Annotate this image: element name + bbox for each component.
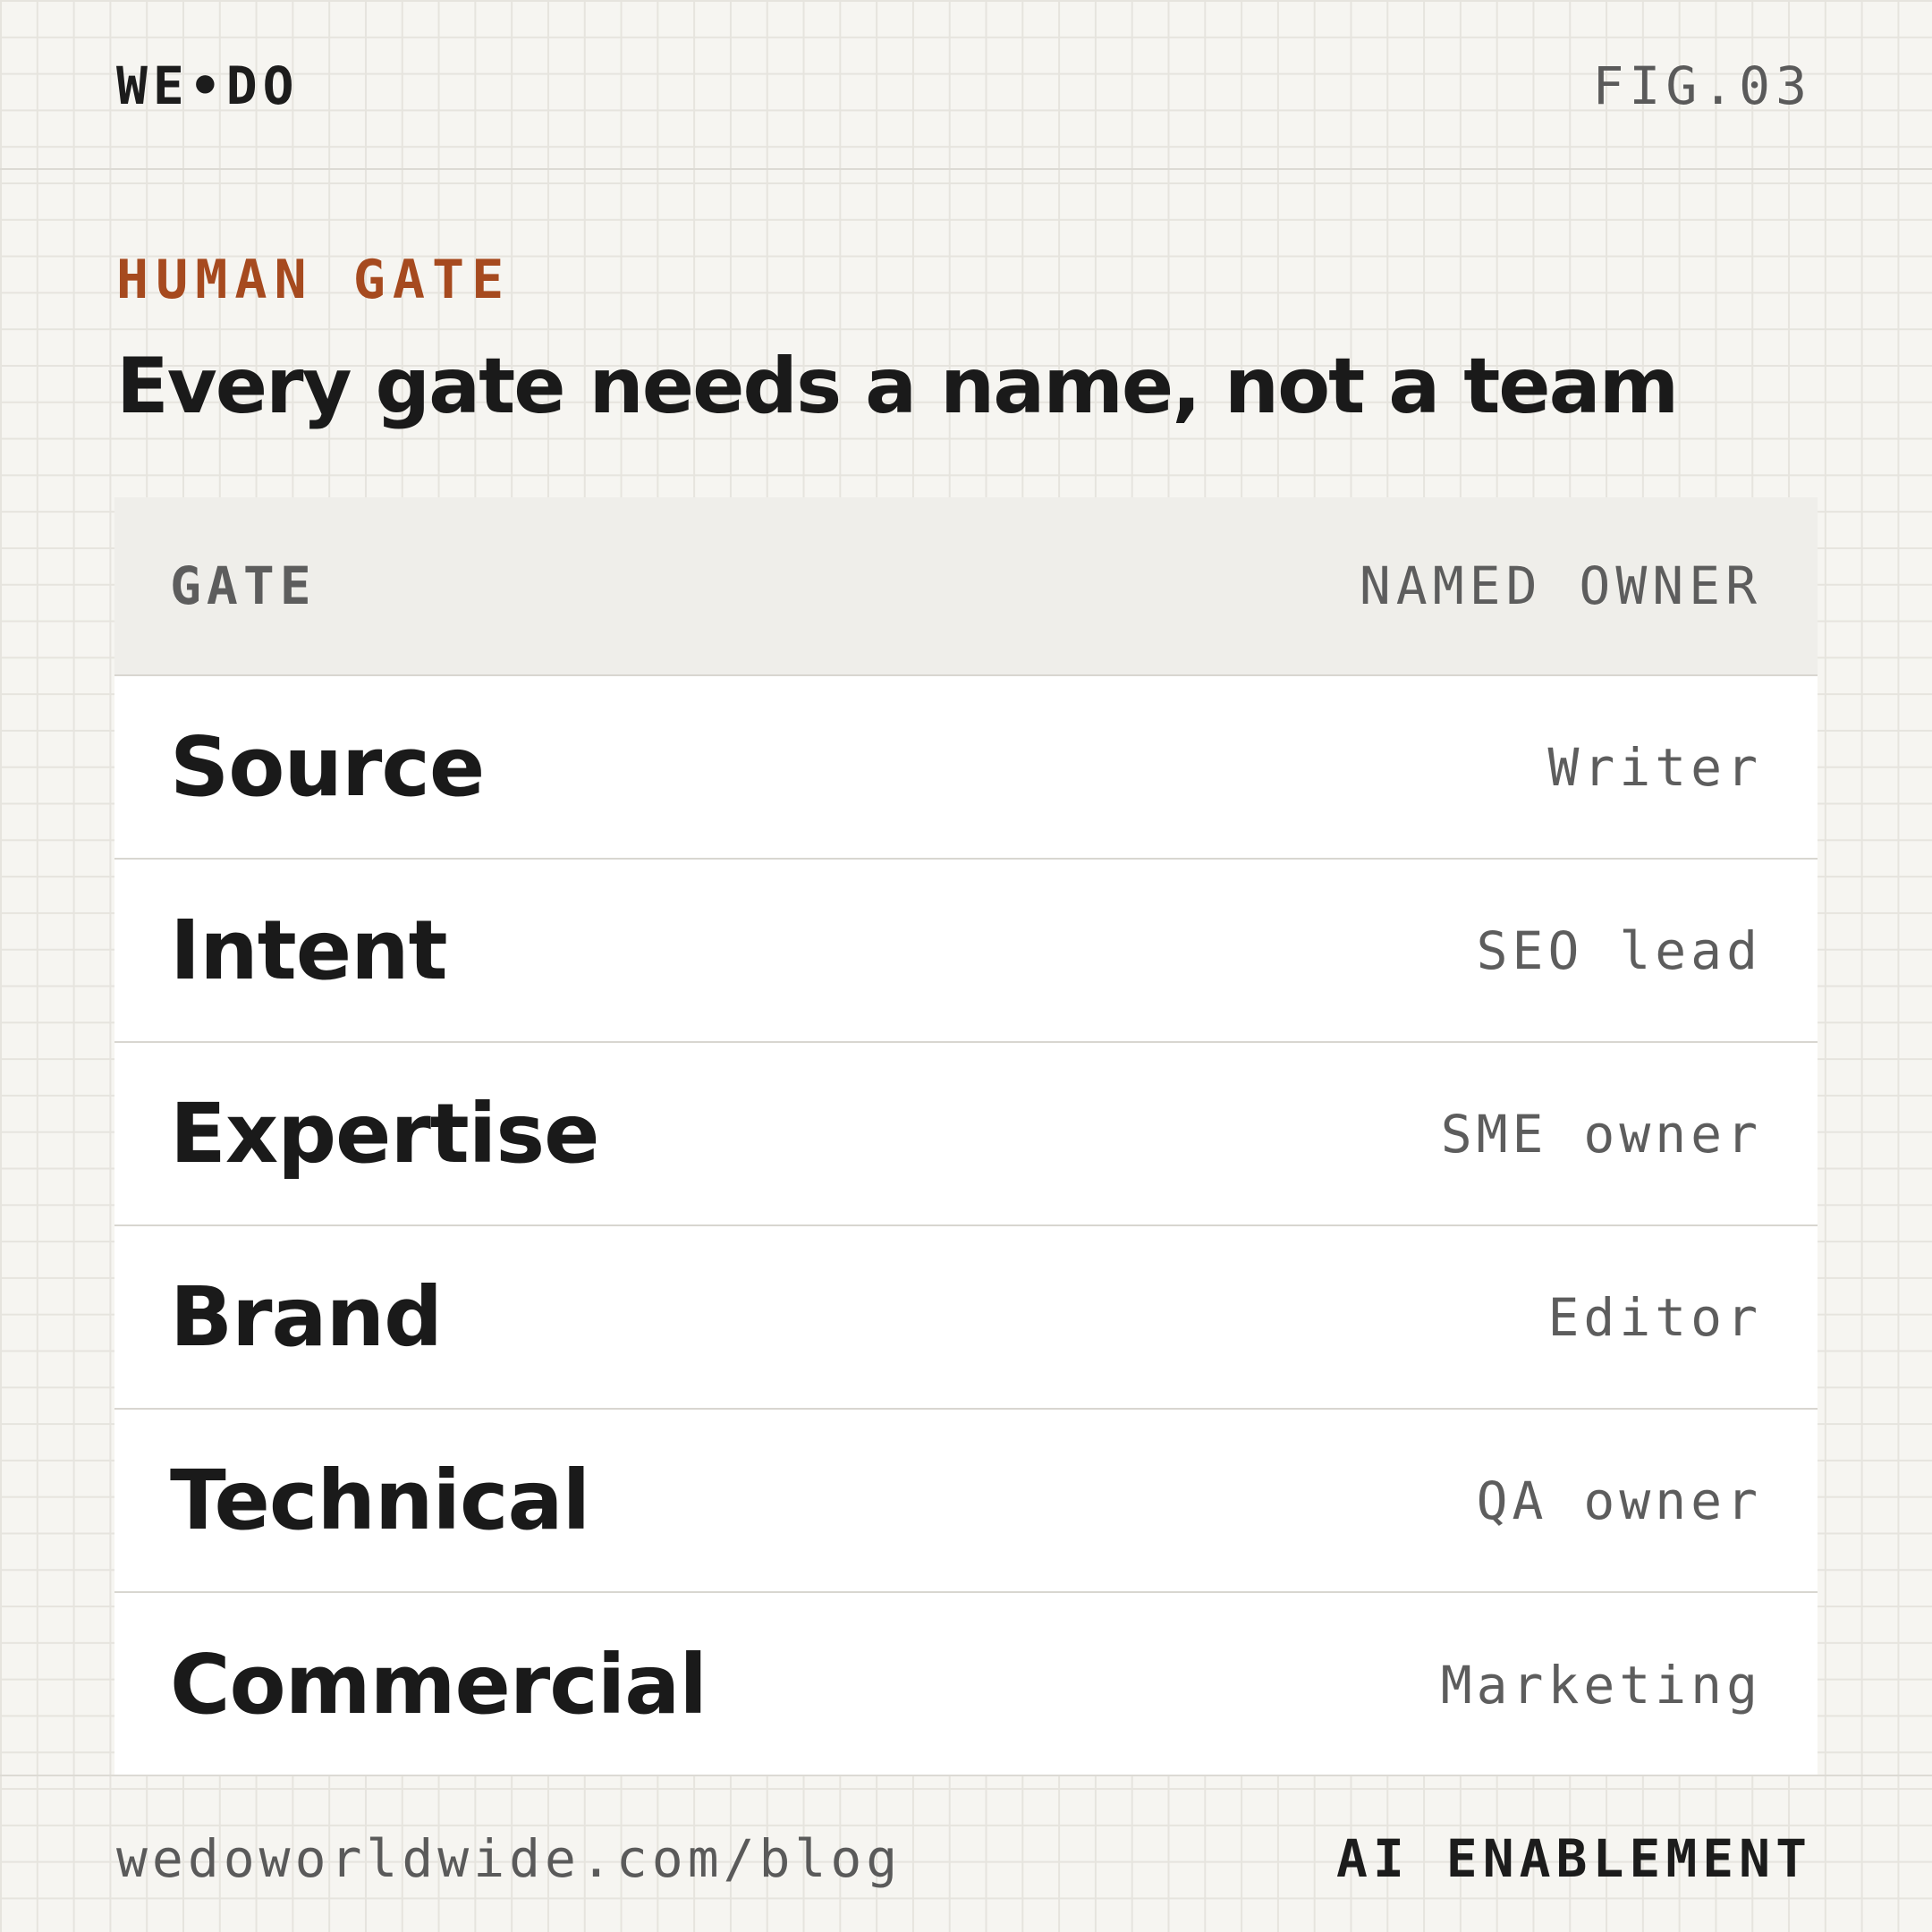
category-label: AI ENABLEMENT [1336,1828,1812,1889]
gate-owner-table: GATE NAMED OWNER Source Writer Intent SE… [114,497,1818,1776]
table-row: Commercial Marketing [114,1593,1818,1776]
gate-name: Brand [170,1269,443,1365]
figure-label: FIG.03 [1592,55,1812,116]
gate-owner: QA owner [1476,1470,1762,1531]
gate-owner: SEO lead [1476,919,1762,981]
gate-owner: Writer [1547,736,1762,798]
gate-name: Commercial [170,1637,708,1733]
gate-owner: SME owner [1440,1103,1762,1165]
column-header-owner: NAMED OWNER [1359,555,1762,616]
blog-url-link[interactable]: wedoworldwide.com/blog [116,1828,902,1889]
table-row: Source Writer [114,676,1818,860]
table-header-row: GATE NAMED OWNER [114,497,1818,676]
page-title: Every gate needs a name, not a team [116,342,1679,431]
column-header-gate: GATE [170,555,317,616]
table-row: Brand Editor [114,1226,1818,1410]
gate-owner: Marketing [1440,1654,1762,1716]
gate-name: Source [170,719,485,815]
top-bar: WE•DO FIG.03 [0,0,1932,170]
bottom-bar: wedoworldwide.com/blog AI ENABLEMENT [0,1775,1932,1932]
gate-name: Intent [170,902,448,998]
gate-name: Technical [170,1453,590,1548]
section-eyebrow: HUMAN GATE [116,249,512,311]
brand-logo: WE•DO [116,55,300,116]
table-row: Technical QA owner [114,1410,1818,1593]
gate-name: Expertise [170,1086,599,1182]
table-row: Expertise SME owner [114,1043,1818,1226]
gate-owner: Editor [1547,1286,1762,1348]
table-row: Intent SEO lead [114,860,1818,1043]
